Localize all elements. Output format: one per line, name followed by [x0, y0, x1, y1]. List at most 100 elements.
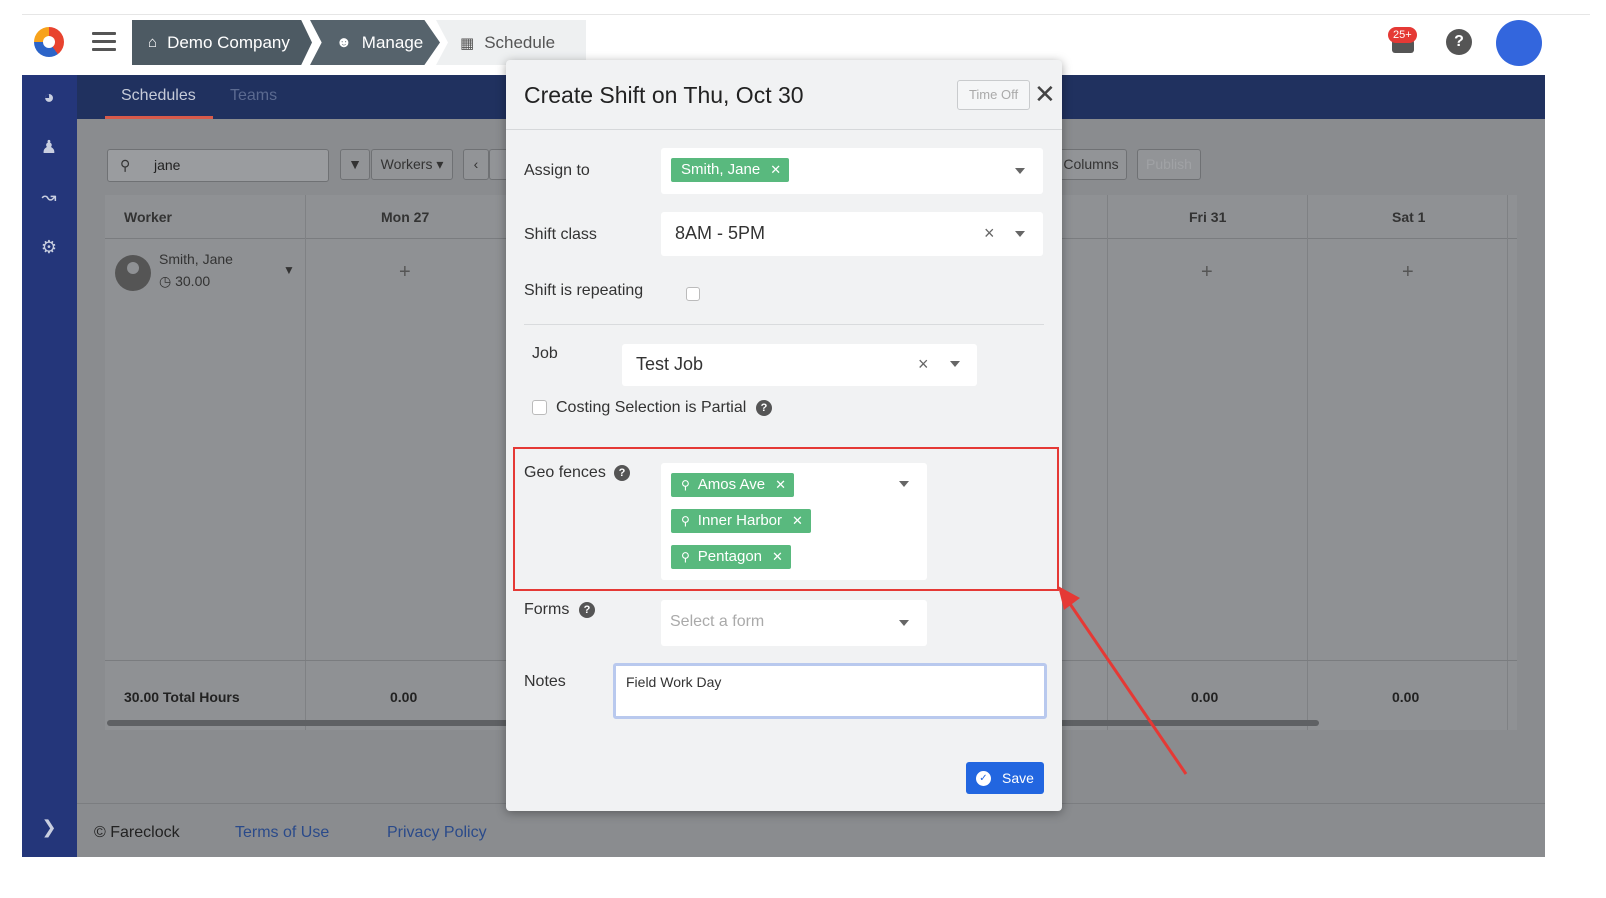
- search-value: jane: [154, 157, 181, 173]
- forms-placeholder: Select a form: [670, 613, 765, 630]
- fareclock-logo-icon[interactable]: [34, 27, 64, 57]
- chevron-down-icon[interactable]: [950, 361, 960, 367]
- header-day-sat: Sat 1: [1392, 209, 1426, 225]
- remove-tag-icon[interactable]: ✕: [770, 162, 781, 177]
- worker-dropdown-caret-icon[interactable]: ▼: [283, 263, 295, 277]
- total-hours-label: 30.00 Total Hours: [124, 689, 240, 705]
- job-label: Job: [532, 345, 558, 362]
- geo-tag: ⚲ Inner Harbor ✕: [671, 509, 811, 533]
- columns-button[interactable]: Columns: [1055, 149, 1127, 180]
- tab-schedules[interactable]: Schedules: [105, 75, 213, 119]
- modal-header: Create Shift on Thu, Oct 30 Time Off ✕: [506, 60, 1062, 130]
- shift-class-value: 8AM - 5PM: [675, 223, 766, 243]
- remove-tag-icon[interactable]: ✕: [772, 549, 783, 564]
- clear-icon[interactable]: ×: [918, 354, 929, 375]
- dashboard-icon[interactable]: ◕: [38, 87, 60, 109]
- clear-icon[interactable]: ×: [984, 223, 995, 244]
- breadcrumb-label: Schedule: [484, 32, 556, 52]
- remove-tag-icon[interactable]: ✕: [775, 477, 786, 492]
- workers-label: Workers: [380, 156, 433, 172]
- search-icon: ⚲: [681, 514, 690, 528]
- filter-button[interactable]: ▼: [340, 149, 370, 180]
- prev-week-button[interactable]: ‹: [463, 149, 489, 180]
- workers-dropdown[interactable]: Workers ▾: [371, 149, 453, 180]
- close-icon[interactable]: ✕: [1034, 80, 1056, 108]
- modal-title: Create Shift on Thu, Oct 30: [524, 82, 804, 108]
- publish-button[interactable]: Publish: [1137, 149, 1201, 180]
- calendar-icon: ▦: [460, 34, 475, 52]
- hamburger-menu-icon[interactable]: [92, 32, 116, 52]
- geo-tag-label: Pentagon: [697, 548, 763, 565]
- worker-avatar: [115, 255, 151, 291]
- check-circle-icon: ✓: [976, 771, 991, 786]
- save-button[interactable]: ✓ Save: [966, 762, 1044, 794]
- gear-icon[interactable]: ⚙: [38, 237, 60, 259]
- time-off-button[interactable]: Time Off: [957, 80, 1030, 110]
- chevron-down-icon[interactable]: [1015, 231, 1025, 237]
- search-input[interactable]: ⚲ jane: [107, 149, 329, 182]
- costing-partial-checkbox[interactable]: [532, 400, 547, 415]
- people-icon[interactable]: ♟: [38, 137, 60, 159]
- privacy-link[interactable]: Privacy Policy: [387, 824, 487, 842]
- header-day-mon: Mon 27: [381, 209, 430, 225]
- publish-label: Publish: [1146, 156, 1192, 172]
- worker-hours-value: 30.00: [175, 273, 211, 289]
- assign-to-select[interactable]: Smith, Jane ✕: [661, 148, 1043, 194]
- search-icon: ⚲: [120, 157, 131, 173]
- expand-chevron-icon[interactable]: ❯: [38, 817, 60, 839]
- geo-tag: ⚲ Pentagon ✕: [671, 545, 791, 569]
- add-shift-fri-icon[interactable]: +: [1201, 261, 1213, 284]
- save-label: Save: [1002, 770, 1034, 786]
- search-icon: ⚲: [681, 550, 690, 564]
- shift-class-label: Shift class: [524, 226, 597, 243]
- chevron-down-icon[interactable]: [1015, 168, 1025, 174]
- home-icon: ⌂: [148, 34, 158, 51]
- shift-class-select[interactable]: 8AM - 5PM ×: [661, 212, 1043, 256]
- geo-fences-select[interactable]: ⚲ Amos Ave ✕ ⚲ Inner Harbor ✕ ⚲ Pentagon ✕: [661, 463, 927, 580]
- help-icon[interactable]: ?: [1446, 29, 1472, 55]
- help-icon[interactable]: ?: [756, 400, 772, 416]
- tab-teams[interactable]: Teams: [230, 75, 277, 119]
- section-divider: [524, 324, 1044, 325]
- add-shift-sat-icon[interactable]: +: [1402, 261, 1414, 284]
- header-day-fri: Fri 31: [1189, 209, 1227, 225]
- user-avatar[interactable]: [1496, 20, 1542, 66]
- notifications-bell-icon[interactable]: 25+: [1388, 27, 1418, 57]
- chevron-down-icon[interactable]: [899, 481, 909, 487]
- assignee-tag-label: Smith, Jane: [681, 161, 761, 178]
- breadcrumb-schedule[interactable]: ▦ Schedule: [436, 20, 586, 65]
- sidebar: ◕ ♟ ↝ ⚙ ❯: [22, 75, 77, 857]
- total-fri: 0.00: [1191, 689, 1219, 705]
- user-icon: ☻: [336, 34, 352, 51]
- job-select[interactable]: Test Job ×: [622, 344, 977, 386]
- worker-name: Smith, Jane: [159, 251, 233, 267]
- forms-label: Forms: [524, 601, 570, 618]
- assign-to-label: Assign to: [524, 162, 590, 179]
- shift-repeating-label: Shift is repeating: [524, 282, 644, 299]
- geo-tag-label: Amos Ave: [697, 476, 766, 493]
- help-icon[interactable]: ?: [614, 465, 630, 481]
- remove-tag-icon[interactable]: ✕: [792, 513, 803, 528]
- total-mon: 0.00: [390, 689, 418, 705]
- columns-label: Columns: [1063, 156, 1119, 172]
- costing-partial-label: Costing Selection is Partial: [556, 399, 747, 416]
- chart-icon[interactable]: ↝: [38, 187, 60, 209]
- copyright: © Fareclock: [94, 824, 180, 841]
- help-icon[interactable]: ?: [579, 602, 595, 618]
- geo-tag-label: Inner Harbor: [697, 512, 783, 529]
- forms-select[interactable]: Select a form: [661, 600, 927, 646]
- chevron-down-icon[interactable]: [899, 620, 909, 626]
- add-shift-mon-icon[interactable]: +: [399, 261, 411, 284]
- job-value: Test Job: [636, 354, 704, 374]
- notes-label: Notes: [524, 673, 566, 690]
- search-icon: ⚲: [681, 478, 690, 492]
- filter-icon: ▼: [348, 156, 362, 172]
- breadcrumb-manage[interactable]: ☻ Manage: [310, 20, 440, 65]
- geo-tag: ⚲ Amos Ave ✕: [671, 473, 794, 497]
- shift-repeating-checkbox[interactable]: [686, 287, 700, 301]
- terms-link[interactable]: Terms of Use: [235, 824, 329, 842]
- breadcrumb-demo-company[interactable]: ⌂ Demo Company: [132, 20, 312, 65]
- worker-hours: ◷ 30.00: [159, 273, 211, 289]
- app-window: ⌂ Demo Company ☻ Manage ▦ Schedule 25+ ?…: [22, 14, 1590, 890]
- notes-textarea[interactable]: Field Work Day: [613, 663, 1047, 719]
